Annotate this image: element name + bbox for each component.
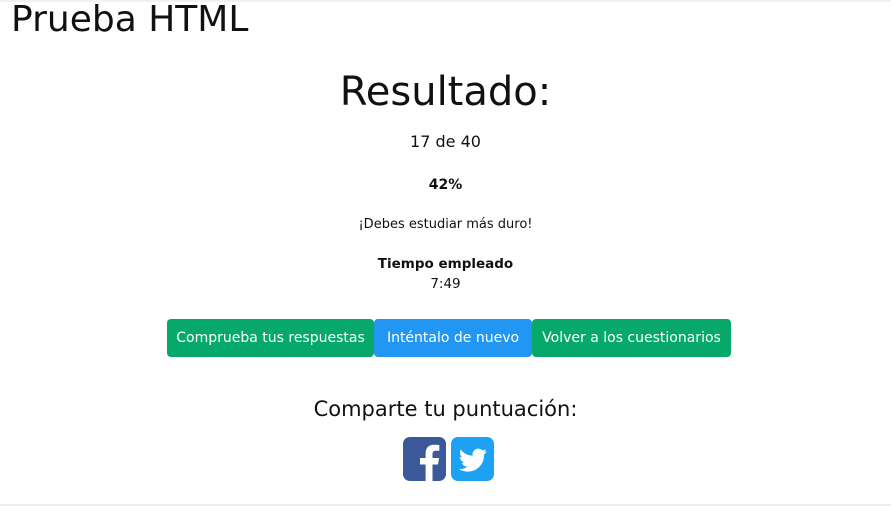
facebook-icon[interactable] (403, 437, 446, 481)
try-again-button[interactable]: Inténtalo de nuevo (374, 319, 532, 357)
action-buttons: Comprueba tus respuestas Inténtalo de nu… (167, 319, 731, 357)
share-icons (403, 437, 494, 481)
check-answers-button[interactable]: Comprueba tus respuestas (167, 319, 374, 357)
share-heading: Comparte tu puntuación: (313, 397, 578, 421)
result-panel: Resultado: 17 de 40 42% ¡Debes estudiar … (0, 66, 891, 293)
score-percent: 42% (428, 177, 463, 193)
page-title: Prueba HTML (11, 0, 249, 40)
back-to-quizzes-button[interactable]: Volver a los cuestionarios (532, 319, 731, 357)
twitter-icon[interactable] (451, 437, 494, 481)
score-text: 17 de 40 (410, 132, 481, 151)
feedback-message: ¡Debes estudiar más duro! (358, 217, 533, 232)
time-spent-value: 7:49 (430, 276, 461, 292)
time-spent-label: Tiempo empleado (377, 256, 514, 272)
result-heading: Resultado: (339, 69, 552, 115)
